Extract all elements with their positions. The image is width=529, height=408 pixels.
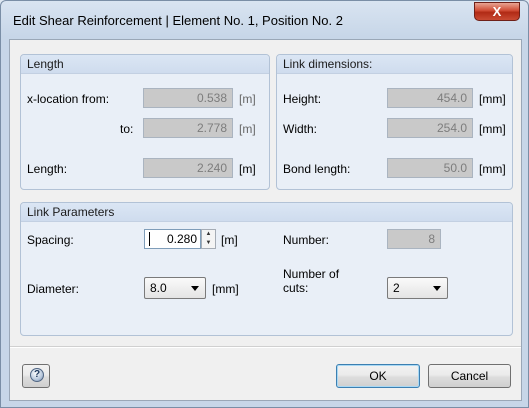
chevron-down-icon xyxy=(433,286,441,291)
link-dimensions-group-header: Link dimensions: xyxy=(277,55,512,74)
length-field: 2.240 xyxy=(143,158,233,178)
height-unit: [mm] xyxy=(479,92,506,106)
x-location-to-label: to: xyxy=(120,122,134,136)
length-group-header: Length xyxy=(21,55,269,74)
text-caret xyxy=(149,232,150,246)
diameter-dropdown[interactable]: 8.0 xyxy=(144,277,206,299)
number-of-cuts-label-line1: Number of xyxy=(283,267,340,281)
link-dimensions-group-title: Link dimensions: xyxy=(283,57,373,71)
cancel-button[interactable]: Cancel xyxy=(428,364,511,388)
number-of-cuts-dropdown[interactable]: 2 xyxy=(387,277,448,299)
length-group: Length x-location from: 0.538 [m] to: 2.… xyxy=(20,54,270,190)
spacing-input[interactable]: 0.280 xyxy=(144,229,201,249)
number-label: Number: xyxy=(283,233,330,247)
dialog-window: Edit Shear Reinforcement | Element No. 1… xyxy=(0,0,529,408)
bond-length-label: Bond length: xyxy=(283,162,351,176)
link-parameters-group-title: Link Parameters xyxy=(27,205,115,219)
diameter-unit: [mm] xyxy=(212,282,239,296)
x-location-to-field: 2.778 xyxy=(143,118,233,138)
diameter-selected-value: 8.0 xyxy=(150,281,167,295)
diameter-label: Diameter: xyxy=(27,282,80,296)
cuts-selected-value: 2 xyxy=(393,281,400,295)
length-label: Length: xyxy=(27,162,68,176)
link-parameters-group: Link Parameters Spacing: 0.280 ▲ ▼ [m] N… xyxy=(20,202,513,336)
help-icon: ? xyxy=(30,368,44,382)
spacing-unit: [m] xyxy=(221,233,238,247)
x-location-to-unit: [m] xyxy=(239,122,256,136)
link-parameters-group-header: Link Parameters xyxy=(21,203,512,222)
length-unit: [m] xyxy=(239,162,256,176)
height-label: Height: xyxy=(283,92,322,106)
x-location-from-label: x-location from: xyxy=(27,92,110,106)
width-unit: [mm] xyxy=(479,122,506,136)
number-field: 8 xyxy=(387,229,441,249)
help-button[interactable]: ? xyxy=(22,364,50,388)
chevron-down-icon xyxy=(191,286,199,291)
number-of-cuts-label-line2: cuts: xyxy=(283,281,309,295)
width-field: 254.0 xyxy=(387,118,473,138)
bond-length-unit: [mm] xyxy=(479,162,506,176)
x-location-from-unit: [m] xyxy=(239,92,256,106)
link-dimensions-group: Link dimensions: Height: 454.0 [mm] Widt… xyxy=(276,54,513,190)
length-group-title: Length xyxy=(27,57,64,71)
title-bar[interactable]: Edit Shear Reinforcement | Element No. 1… xyxy=(1,1,528,39)
spacing-label: Spacing: xyxy=(27,233,74,247)
footer-separator xyxy=(10,346,521,348)
window-title: Edit Shear Reinforcement | Element No. 1… xyxy=(13,13,343,28)
bond-length-field: 50.0 xyxy=(387,158,473,178)
width-label: Width: xyxy=(283,122,318,136)
close-button[interactable]: X xyxy=(474,2,520,21)
dialog-client-area: Length x-location from: 0.538 [m] to: 2.… xyxy=(9,39,522,401)
x-location-from-field: 0.538 xyxy=(143,88,233,108)
ok-button[interactable]: OK xyxy=(336,364,420,388)
height-field: 454.0 xyxy=(387,88,473,108)
spacing-spinner[interactable]: ▲ ▼ xyxy=(201,229,216,249)
spin-down-icon[interactable]: ▼ xyxy=(202,239,215,248)
spin-up-icon[interactable]: ▲ xyxy=(202,230,215,239)
